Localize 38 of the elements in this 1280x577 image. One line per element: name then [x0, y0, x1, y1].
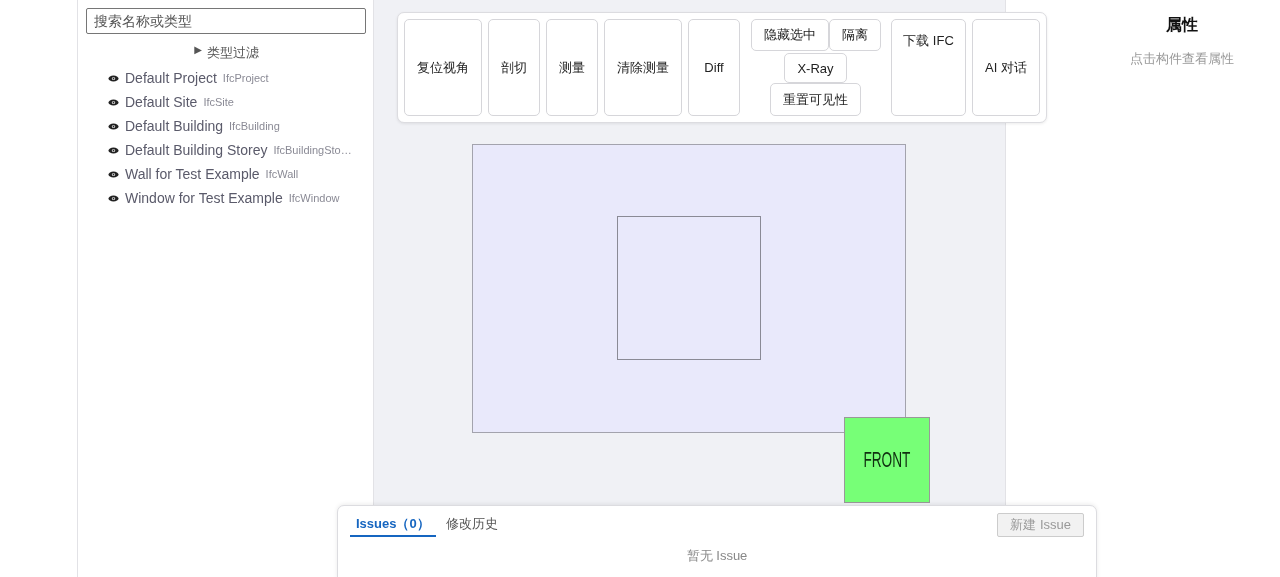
eye-icon[interactable]	[108, 146, 119, 154]
ifc-type-label: IfcBuildingSto…	[273, 144, 352, 156]
tree-item-name[interactable]: Default Project	[125, 70, 217, 86]
empty-message: 暂无 Issue	[685, 547, 749, 565]
search-field[interactable]: 搜索名称或类型	[86, 8, 366, 34]
expand-arrow-icon[interactable]: ▶	[194, 44, 202, 62]
tree-item-name[interactable]: Default Site	[125, 94, 198, 110]
properties-hint: 点击构件查看属性	[1130, 50, 1234, 68]
toolbar-button[interactable]: 复位视角	[404, 19, 482, 116]
eye-icon[interactable]	[108, 98, 119, 106]
toolbar-button[interactable]: 清除测量	[604, 19, 682, 116]
toolbar-button[interactable]: Diff	[688, 19, 740, 116]
eye-icon[interactable]	[108, 74, 119, 82]
view-cube[interactable]: FRONT	[844, 417, 930, 503]
ifc-type-label: IfcProject	[222, 72, 269, 84]
toolbar-button[interactable]: 隔离	[828, 19, 881, 51]
ifc-type-label: IfcBuilding	[229, 120, 280, 132]
toolbar-button[interactable]: 下载 IFC	[891, 19, 966, 116]
tab[interactable]: Issues（0）	[350, 513, 436, 537]
tree-item-name[interactable]: Default Building	[125, 118, 224, 134]
toolbar-button[interactable]: 测量	[546, 19, 598, 116]
toolbar-button[interactable]: X-Ray	[784, 53, 847, 83]
toolbar-button[interactable]: 剖切	[488, 19, 540, 116]
eye-icon[interactable]	[108, 170, 119, 178]
panel-title: 属性	[1166, 15, 1198, 35]
toolbar-button[interactable]: 重置可见性	[770, 83, 861, 116]
ifc-type-label: IfcWall	[265, 168, 299, 180]
tree-item-name[interactable]: Default Building Storey	[125, 142, 268, 158]
type-filter-toggle[interactable]: 类型过滤	[206, 44, 259, 62]
toolbar-button[interactable]: AI 对话	[972, 19, 1040, 116]
eye-icon[interactable]	[108, 194, 119, 202]
tab[interactable]: 修改历史	[439, 513, 504, 537]
toolbar-button[interactable]: 隐藏选中	[750, 19, 829, 51]
tree-item-name[interactable]: Wall for Test Example	[125, 166, 260, 182]
eye-icon[interactable]	[108, 122, 119, 130]
tree-item-name[interactable]: Window for Test Example	[125, 190, 283, 206]
ifc-type-label: IfcSite	[203, 96, 234, 108]
ifc-type-label: IfcWindow	[288, 192, 340, 204]
